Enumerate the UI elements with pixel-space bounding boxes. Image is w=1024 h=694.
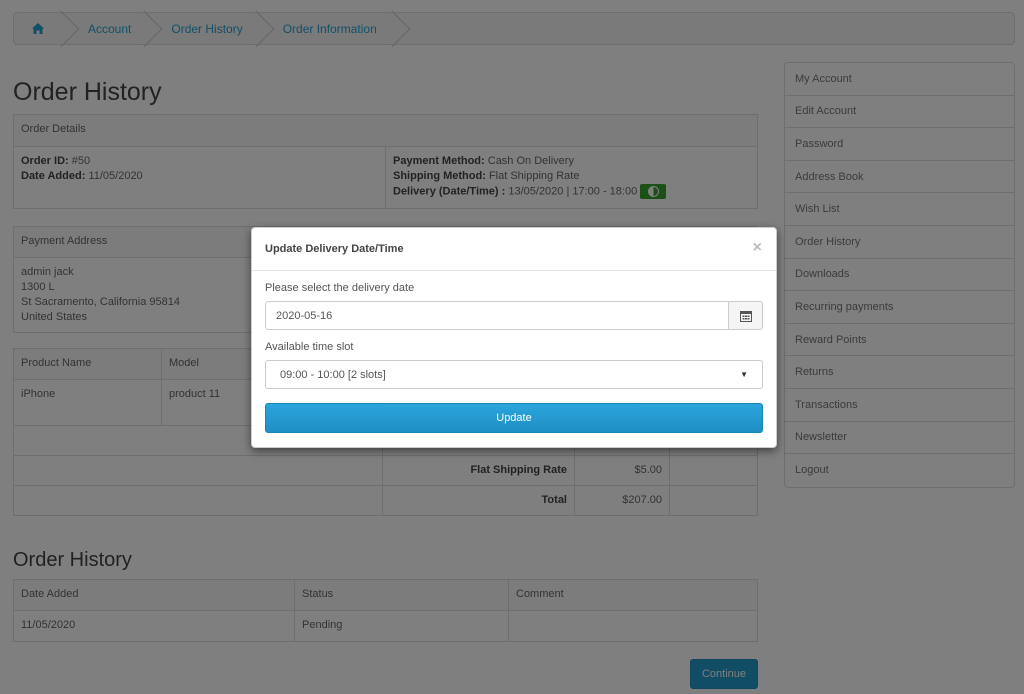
update-delivery-modal: Update Delivery Date/Time × Please selec… (251, 227, 777, 448)
modal-title: Update Delivery Date/Time (265, 243, 404, 255)
slot-label: Available time slot (265, 341, 354, 353)
chevron-down-icon: ▼ (740, 370, 748, 379)
close-icon[interactable]: × (753, 240, 762, 256)
delivery-date-input[interactable]: 2020-05-16 (265, 301, 729, 330)
modal-body: Please select the delivery date 2020-05-… (252, 282, 776, 433)
calendar-icon (739, 310, 752, 322)
time-slot-value: 09:00 - 10:00 [2 slots] (280, 368, 386, 381)
date-label: Please select the delivery date (265, 282, 415, 294)
date-picker: 2020-05-16 (265, 301, 763, 330)
time-slot-select[interactable]: 09:00 - 10:00 [2 slots] ▼ (265, 360, 763, 389)
modal-header: Update Delivery Date/Time × (252, 228, 776, 271)
update-button[interactable]: Update (265, 403, 763, 433)
calendar-button[interactable] (729, 301, 763, 330)
